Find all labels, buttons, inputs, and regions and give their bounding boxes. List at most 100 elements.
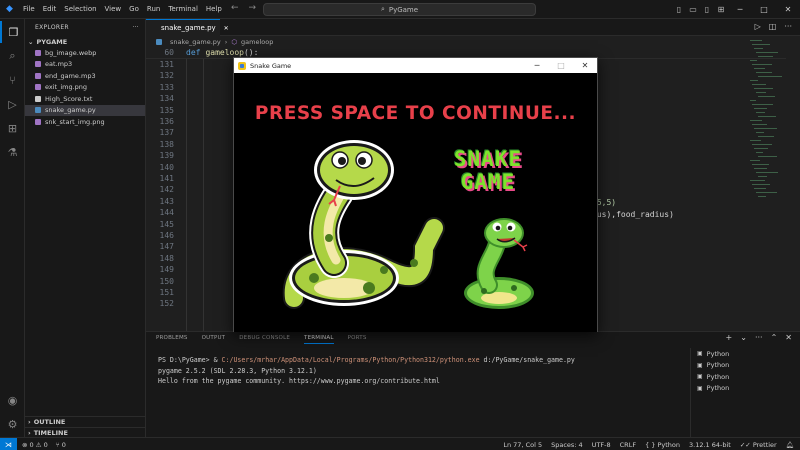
minimap-line bbox=[756, 92, 766, 93]
sticky-function: gameloop bbox=[205, 48, 244, 57]
minimap-line bbox=[754, 168, 767, 169]
menu-item-selection[interactable]: Selection bbox=[60, 5, 100, 13]
menu-item-run[interactable]: Run bbox=[143, 5, 164, 13]
menu-item-go[interactable]: Go bbox=[125, 5, 143, 13]
close-tab-icon[interactable]: ✕ bbox=[224, 25, 229, 32]
panel-tab-terminal[interactable]: TERMINAL bbox=[304, 335, 334, 344]
file-item[interactable]: snk_start_img.png bbox=[25, 116, 145, 128]
more-actions-icon[interactable]: ··· bbox=[132, 24, 139, 31]
toggle-secondary-sidebar-icon[interactable]: ▯ bbox=[700, 5, 714, 14]
chevron-right-icon: › bbox=[28, 429, 31, 437]
extensions-icon[interactable]: ⊞ bbox=[0, 117, 25, 139]
file-item[interactable]: eat.mp3 bbox=[25, 59, 145, 71]
file-list: bg_image.webp eat.mp3 end_game.mp3 exit_img… bbox=[25, 47, 145, 128]
command-center-search[interactable]: ⌕ PyGame bbox=[263, 3, 536, 16]
minimap[interactable] bbox=[746, 36, 786, 216]
close-window-button[interactable]: ✕ bbox=[776, 5, 800, 14]
minimap-line bbox=[756, 192, 777, 193]
snake-game-window[interactable]: Snake Game ─ □ ✕ PRESS SPACE TO CONTINUE… bbox=[233, 57, 598, 332]
game-minimize-button[interactable]: ─ bbox=[525, 58, 549, 73]
panel-tab-output[interactable]: OUTPUT bbox=[202, 335, 226, 344]
breadcrumb-file[interactable]: snake_game.py bbox=[170, 38, 221, 46]
breadcrumb: snake_game.py › ⬡ gameloop bbox=[146, 36, 800, 47]
close-panel-icon[interactable]: ✕ bbox=[785, 333, 792, 342]
terminal-icon: ▣ bbox=[697, 384, 703, 392]
toggle-primary-sidebar-icon[interactable]: ▯ bbox=[672, 5, 686, 14]
line-number: 141 bbox=[159, 174, 174, 183]
file-item[interactable]: snake_game.py bbox=[25, 104, 145, 116]
split-editor-icon[interactable]: ◫ bbox=[769, 22, 777, 31]
press-space-message: PRESS SPACE TO CONTINUE... bbox=[254, 103, 577, 124]
terminal-output[interactable]: PS D:\PyGame> & C:/Users/mrhar/AppData/L… bbox=[158, 355, 575, 387]
breadcrumb-symbol[interactable]: gameloop bbox=[241, 38, 273, 46]
cursor-position[interactable]: Ln 77, Col 5 bbox=[503, 441, 542, 449]
terminal-instance[interactable]: ▣ Python bbox=[691, 371, 800, 383]
file-item[interactable]: exit_img.png bbox=[25, 82, 145, 94]
minimize-button[interactable]: ─ bbox=[728, 5, 752, 14]
minimap-line bbox=[758, 156, 777, 157]
file-item[interactable]: end_game.mp3 bbox=[25, 70, 145, 82]
warning-count: 0 bbox=[43, 440, 48, 449]
menu-item-view[interactable]: View bbox=[101, 5, 126, 13]
ports-status[interactable]: ⑂ 0 bbox=[56, 441, 66, 449]
source-control-icon[interactable]: ⑂ bbox=[0, 69, 25, 91]
folder-pygame[interactable]: ⌄ PYGAME bbox=[25, 36, 145, 47]
python-interpreter[interactable]: 3.12.1 64-bit bbox=[689, 441, 731, 449]
more-editor-actions-icon[interactable]: ··· bbox=[784, 22, 792, 31]
folder-label: PYGAME bbox=[36, 37, 68, 46]
terminal-instance-label: Python bbox=[706, 361, 730, 370]
menu-item-help[interactable]: Help bbox=[202, 5, 226, 13]
line-number: 147 bbox=[159, 242, 174, 252]
file-item[interactable]: High_Score.txt bbox=[25, 93, 145, 105]
panel-tab-debug-console[interactable]: DEBUG CONSOLE bbox=[239, 335, 290, 344]
account-icon[interactable]: ◉ bbox=[0, 389, 25, 411]
encoding[interactable]: UTF-8 bbox=[592, 441, 611, 449]
run-python-file-icon[interactable]: ▷ bbox=[755, 22, 761, 31]
game-canvas[interactable]: PRESS SPACE TO CONTINUE... SNAKE GAME bbox=[234, 73, 597, 332]
indentation[interactable]: Spaces: 4 bbox=[551, 441, 583, 449]
file-icon bbox=[35, 84, 41, 91]
panel-tab-problems[interactable]: PROBLEMS bbox=[156, 335, 188, 344]
outline-section[interactable]: › OUTLINE bbox=[25, 416, 146, 427]
prettier-status[interactable]: ✓✓ Prettier bbox=[740, 441, 777, 449]
file-item[interactable]: bg_image.webp bbox=[25, 47, 145, 59]
customize-layout-icon[interactable]: ⊞ bbox=[714, 5, 728, 14]
problems-status[interactable]: ⊗ 0 ⚠ 0 bbox=[22, 441, 48, 449]
terminal-instance[interactable]: ▣ Python bbox=[691, 348, 800, 360]
maximize-button[interactable]: □ bbox=[752, 5, 776, 14]
toggle-panel-icon[interactable]: ▭ bbox=[686, 5, 700, 14]
menu-item-edit[interactable]: Edit bbox=[39, 5, 61, 13]
minimap-line bbox=[752, 44, 770, 45]
line-number: 139 bbox=[159, 151, 174, 161]
notifications-bell-icon[interactable]: 🔔︎ bbox=[786, 441, 794, 449]
game-close-button[interactable]: ✕ bbox=[573, 58, 597, 73]
gear-icon[interactable]: ⚙ bbox=[0, 413, 25, 435]
menu-item-file[interactable]: File bbox=[19, 5, 39, 13]
new-terminal-icon[interactable]: + bbox=[726, 333, 733, 342]
terminal-instance[interactable]: ▣ Python bbox=[691, 383, 800, 395]
game-window-titlebar[interactable]: Snake Game ─ □ ✕ bbox=[234, 58, 597, 73]
end-of-line[interactable]: CRLF bbox=[620, 441, 636, 449]
search-view-icon[interactable]: ⌕ bbox=[0, 45, 25, 67]
line-number: 131 bbox=[159, 60, 174, 69]
panel-tab-ports[interactable]: PORTS bbox=[348, 335, 367, 344]
minimap-line bbox=[752, 144, 772, 145]
explorer-title: EXPLORER bbox=[35, 24, 69, 31]
game-maximize-button[interactable]: □ bbox=[549, 58, 573, 73]
tab-snake-game-py[interactable]: snake_game.py ✕ bbox=[146, 19, 229, 36]
minimap-line bbox=[752, 124, 767, 125]
terminal-instance[interactable]: ▣ Python bbox=[691, 360, 800, 372]
forward-arrow-icon[interactable]: → bbox=[249, 3, 257, 13]
remote-indicator-icon[interactable]: ⋊ bbox=[0, 438, 17, 450]
chevron-down-icon[interactable]: ⌄ bbox=[740, 333, 747, 342]
menu-item-terminal[interactable]: Terminal bbox=[164, 5, 202, 13]
back-arrow-icon[interactable]: ← bbox=[231, 3, 239, 13]
more-panel-actions-icon[interactable]: ··· bbox=[755, 333, 763, 342]
run-debug-icon[interactable]: ▷ bbox=[0, 93, 25, 115]
testing-icon[interactable]: ⚗ bbox=[0, 141, 25, 163]
prettier-label: Prettier bbox=[752, 440, 777, 449]
explorer-icon[interactable]: ❐ bbox=[0, 21, 25, 43]
language-mode[interactable]: { } Python bbox=[645, 441, 680, 449]
line-number: 149 bbox=[159, 265, 174, 275]
maximize-panel-icon[interactable]: ⌃ bbox=[771, 333, 778, 342]
